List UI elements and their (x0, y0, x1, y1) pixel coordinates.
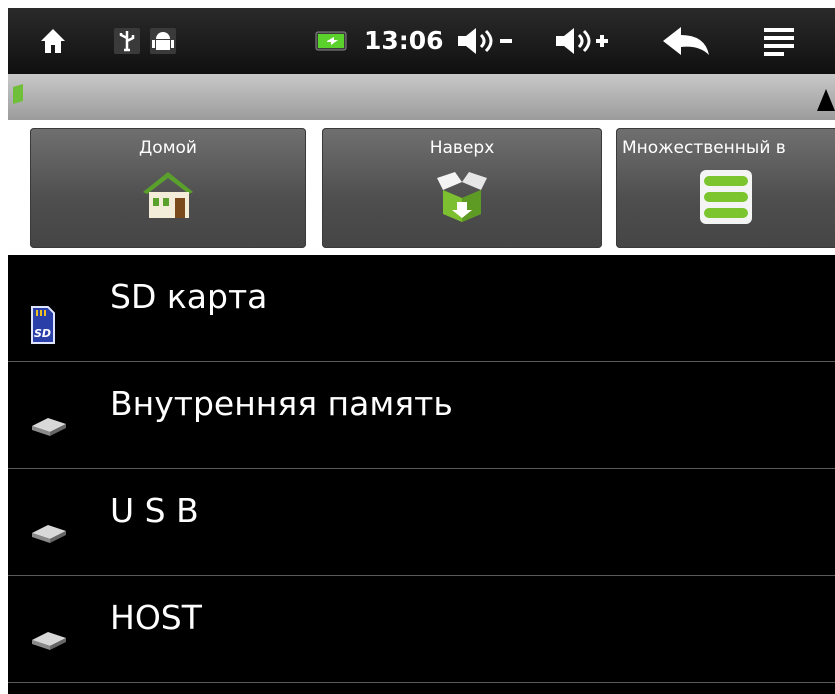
list-item-usb[interactable]: U S B (8, 469, 835, 576)
drive-icon (30, 630, 68, 656)
sd-card-icon: SD (30, 305, 56, 349)
house-icon (139, 168, 197, 226)
usb-icon (112, 8, 142, 74)
volume-up-icon[interactable] (548, 8, 618, 74)
home-icon[interactable] (28, 8, 78, 74)
back-icon[interactable] (656, 8, 716, 74)
usb-label: U S B (110, 491, 199, 530)
folder-icon (12, 84, 24, 104)
svg-text:SD: SD (34, 327, 51, 340)
home-button-label: Домой (139, 138, 197, 158)
menu-icon[interactable] (754, 8, 804, 74)
multi-select-button-label: Множественный в (622, 138, 786, 158)
list-item-sd-card[interactable]: SD SD карта (8, 255, 835, 362)
list-item-host[interactable]: HOST (8, 576, 835, 683)
list-item-internal-memory[interactable]: Внутренняя память (8, 362, 835, 469)
toolbar: Домой Наверх Множественный в (8, 120, 835, 255)
home-button[interactable]: Домой (30, 128, 306, 248)
clock-time: 13:06 (364, 26, 444, 55)
up-button-label: Наверх (429, 138, 495, 158)
sd-card-label: SD карта (110, 277, 268, 316)
android-debug-icon (148, 8, 178, 74)
open-box-up-icon (433, 168, 491, 228)
volume-down-icon[interactable] (450, 8, 520, 74)
device-screen: 13:06 Домой Наверх Множественный в SD SD… (8, 8, 835, 694)
drive-icon (30, 416, 68, 442)
drive-icon (30, 523, 68, 549)
location-list: SD SD карта Внутренняя память U S B HOST (8, 255, 835, 683)
host-label: HOST (110, 598, 202, 637)
status-bar: 13:06 (8, 8, 835, 74)
path-bar (8, 74, 835, 120)
up-button[interactable]: Наверх (322, 128, 602, 248)
multi-select-button[interactable]: Множественный в (616, 128, 835, 248)
scroll-up-arrow-icon[interactable] (817, 89, 835, 111)
internal-memory-label: Внутренняя память (110, 384, 453, 423)
multi-select-icon (696, 168, 756, 230)
battery-icon (312, 8, 352, 74)
